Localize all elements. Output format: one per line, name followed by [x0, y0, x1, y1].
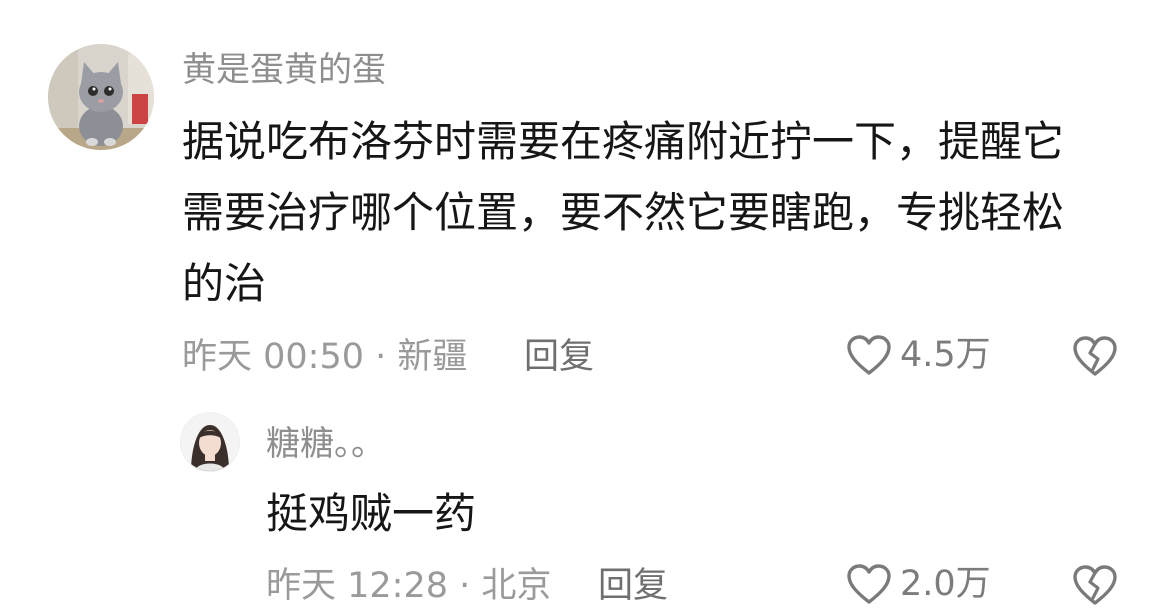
- comment-text-line: 据说吃布洛芬时需要在疼痛附近拧一下，提醒它: [182, 117, 1065, 166]
- comment-username[interactable]: 黄是蛋黄的蛋: [182, 50, 386, 90]
- cat-avatar[interactable]: [48, 44, 154, 150]
- reply-text: 挺鸡贼一药: [266, 478, 1066, 549]
- like-button-2[interactable]: 2.0万: [846, 563, 991, 605]
- reply-username[interactable]: 糖糖。。: [266, 424, 385, 464]
- heart-icon: [847, 564, 891, 604]
- girl-avatar-icon: [181, 413, 239, 471]
- reply-button-2[interactable]: 回复: [598, 566, 668, 606]
- comment-time-location: 昨天 00:50 · 新疆: [182, 337, 468, 377]
- comment-text: 据说吃布洛芬时需要在疼痛附近拧一下，提醒它 需要治疗哪个位置，要不然它要瞎跑，专…: [182, 106, 1142, 319]
- cat-avatar-icon: [48, 44, 154, 150]
- comment-text-line: 需要治疗哪个位置，要不然它要瞎跑，专挑轻松: [182, 188, 1065, 237]
- broken-heart-icon: [1073, 336, 1117, 376]
- girl-avatar[interactable]: [181, 413, 239, 471]
- reply-time-location: 昨天 12:28 · 北京: [266, 566, 552, 606]
- like-count: 2.0万: [900, 564, 991, 604]
- like-count: 4.5万: [900, 335, 991, 375]
- reply-text-line: 挺鸡贼一药: [266, 489, 477, 538]
- dislike-button-2[interactable]: [1072, 564, 1118, 610]
- dislike-button[interactable]: [1072, 335, 1118, 381]
- comment-text-line: 的治: [182, 259, 267, 308]
- like-button[interactable]: 4.5万: [846, 334, 991, 376]
- reply-button[interactable]: 回复: [524, 337, 594, 377]
- heart-icon: [847, 335, 891, 375]
